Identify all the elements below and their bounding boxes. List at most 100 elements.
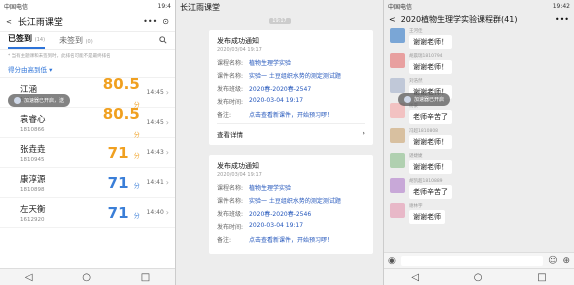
clock-label: 19:4 xyxy=(157,2,171,10)
sender-name: 胡凯超1810889 xyxy=(409,179,443,184)
student-name: 江涵 xyxy=(20,84,38,95)
chat-header: < 2020植物生理学实验课程群(41) ••• xyxy=(384,12,574,26)
chevron-right-icon: › xyxy=(362,129,365,137)
system-nav-bar: ◁ ○ □ xyxy=(384,268,574,285)
close-icon[interactable]: ⊙ xyxy=(162,17,169,26)
plus-icon[interactable]: ⊕ xyxy=(562,256,570,266)
group-chat-screen: 中国电信 19:42 < 2020植物生理学实验课程群(41) ••• 王河佳谢… xyxy=(383,0,574,285)
row-value: 植物生理学实验 xyxy=(249,185,292,192)
notification-card[interactable]: 发布成功通知 2020/03/04 19:17 课程名称: 植物生理学实验 课件名… xyxy=(209,155,373,254)
score-value: 80.5 xyxy=(102,104,140,123)
message-bubble[interactable]: 谢谢老师 xyxy=(409,210,445,224)
nav-back-icon[interactable]: ◁ xyxy=(25,272,33,283)
row-key: 备注: xyxy=(217,112,232,119)
avatar[interactable] xyxy=(390,53,405,68)
student-row[interactable]: 康淳源 1810898 71 分 14:41 › xyxy=(0,168,175,198)
row-key: 发布班级: xyxy=(217,86,244,93)
message-list: 王河佳 谢谢老师！ 胡晨瑞1810794 谢谢老师！ 刘浩然 谢谢老师！ 杨豪 老师辛苦… xyxy=(384,26,574,226)
accelerator-icon xyxy=(404,96,411,103)
student-score: 71 分 xyxy=(98,174,140,192)
chevron-right-icon: › xyxy=(165,148,169,157)
message-bubble[interactable]: 谢谢老师！ xyxy=(409,60,452,74)
student-row[interactable]: 张垚垚 1810945 71 分 14:43 › xyxy=(0,138,175,168)
floating-accelerator-bubble[interactable]: 加速器已开启，送 xyxy=(8,94,71,107)
student-row[interactable]: 袁睿心 1810866 80.5 分 14:45 › xyxy=(0,105,175,141)
more-icon[interactable]: ••• xyxy=(555,15,569,24)
student-name: 康淳源 xyxy=(20,174,46,185)
card-row: 课件名称: 实验一 土豆组织水势的测定测试题 xyxy=(217,71,365,80)
chevron-right-icon: › xyxy=(165,88,169,97)
app-header: < 长江雨课堂 ••• ⊙ xyxy=(0,12,175,32)
tab-not-signed-in-label: 未签到 xyxy=(59,36,84,45)
accelerator-icon xyxy=(14,97,21,104)
avatar[interactable] xyxy=(390,78,405,93)
ranking-screen: 中国电信 19:4 < 长江雨课堂 ••• ⊙ 已签到 (14) 未签到 (0)… xyxy=(0,0,176,285)
score-value: 71 xyxy=(107,173,129,192)
tab-not-signed-in[interactable]: 未签到 (0) xyxy=(59,35,93,49)
message-bubble[interactable]: 谢谢老师！ xyxy=(409,35,452,49)
student-score: 71 分 xyxy=(98,144,140,162)
message-bubble[interactable]: 老师辛苦了 xyxy=(409,185,452,199)
system-nav-bar: ◁ ○ □ xyxy=(0,268,175,285)
row-key: 发布班级: xyxy=(217,211,244,218)
student-name: 袁睿心 xyxy=(20,114,46,125)
row-value: 点击查看新课件，开始预习啰！ xyxy=(249,112,334,119)
chat-title: 2020植物生理学实验课程群(41) xyxy=(400,14,518,24)
card-title: 发布成功通知 xyxy=(217,37,259,45)
card-row: 课程名称: 植物生理学实验 xyxy=(217,58,365,67)
student-row[interactable]: 左天衡 1612920 71 分 14:40 › xyxy=(0,198,175,228)
nav-back-icon[interactable]: ◁ xyxy=(411,272,419,283)
floating-accelerator-bubble[interactable]: 加速器已开启 xyxy=(398,93,451,106)
card-row: 发布时间: 2020-03-04 19:17 xyxy=(217,222,365,231)
bubble-text: 加速器已开启 xyxy=(414,97,445,103)
back-icon[interactable]: < xyxy=(389,15,396,24)
student-score: 80.5 分 xyxy=(98,105,140,141)
avatar[interactable] xyxy=(390,128,405,143)
tab-signed-in[interactable]: 已签到 (14) xyxy=(8,33,46,49)
row-key: 备注: xyxy=(217,237,232,244)
message-bubble[interactable]: 谢谢老师！ xyxy=(409,135,452,149)
message-input[interactable] xyxy=(400,255,544,266)
nav-recent-icon[interactable]: □ xyxy=(537,272,546,283)
avatar[interactable] xyxy=(390,203,405,218)
chevron-right-icon: › xyxy=(165,208,169,217)
avatar[interactable] xyxy=(390,28,405,43)
sort-dropdown[interactable]: 得分由高到低 ▾ xyxy=(0,62,175,78)
nav-home-icon[interactable]: ○ xyxy=(82,272,91,283)
notification-card[interactable]: 发布成功通知 2020/03/04 19:17 课程名称: 植物生理学实验 课件名… xyxy=(209,30,373,145)
card-date: 2020/03/04 19:17 xyxy=(217,47,262,53)
sender-name: 刘浩然 xyxy=(409,79,423,84)
tab-signed-in-label: 已签到 xyxy=(8,34,32,43)
message-bubble[interactable]: 老师辛苦了 xyxy=(409,110,452,124)
student-score: 71 分 xyxy=(98,204,140,222)
sender-name: 谌婕婕 xyxy=(409,154,423,159)
nav-home-icon[interactable]: ○ xyxy=(474,272,483,283)
search-icon[interactable] xyxy=(159,36,167,46)
more-icon[interactable]: ••• xyxy=(143,17,157,26)
chat-message: 谢林宇 谢谢老师 xyxy=(384,201,574,226)
view-details-label: 查看详情 xyxy=(217,131,243,139)
row-value: 2020-03-04 19:17 xyxy=(249,97,304,104)
avatar[interactable] xyxy=(390,178,405,193)
student-name: 左天衡 xyxy=(20,204,46,215)
card-title: 发布成功通知 xyxy=(217,162,259,170)
sender-name: 胡晨瑞1810794 xyxy=(409,54,443,59)
chat-input-bar: ◉ ☺ ⊕ xyxy=(384,252,574,268)
app-title: 长江雨课堂 xyxy=(17,18,63,28)
score-value: 80.5 xyxy=(102,74,140,93)
message-bubble[interactable]: 谢谢老师！ xyxy=(409,160,452,174)
chat-message: 胡晨瑞1810794 谢谢老师！ xyxy=(384,51,574,76)
signin-time: 14:41 xyxy=(146,179,164,186)
back-icon[interactable]: < xyxy=(6,18,12,26)
view-details-link[interactable]: 查看详情 › xyxy=(217,123,365,139)
ranking-notice: * 当有主题课和未签到时，此排名可能不是最终排名 xyxy=(8,54,111,59)
avatar[interactable] xyxy=(390,153,405,168)
voice-icon[interactable]: ◉ xyxy=(388,256,396,266)
card-row: 备注: 点击查看新课件，开始预习啰！ xyxy=(217,235,365,244)
notification-screen: 长江雨课堂 19:17 发布成功通知 2020/03/04 19:17 课程名称… xyxy=(176,0,383,285)
row-key: 课件名称: xyxy=(217,73,244,80)
row-key: 课程名称: xyxy=(217,185,244,192)
emoji-icon[interactable]: ☺ xyxy=(548,256,557,266)
nav-recent-icon[interactable]: □ xyxy=(141,272,150,283)
card-row: 课程名称: 植物生理学实验 xyxy=(217,183,365,192)
